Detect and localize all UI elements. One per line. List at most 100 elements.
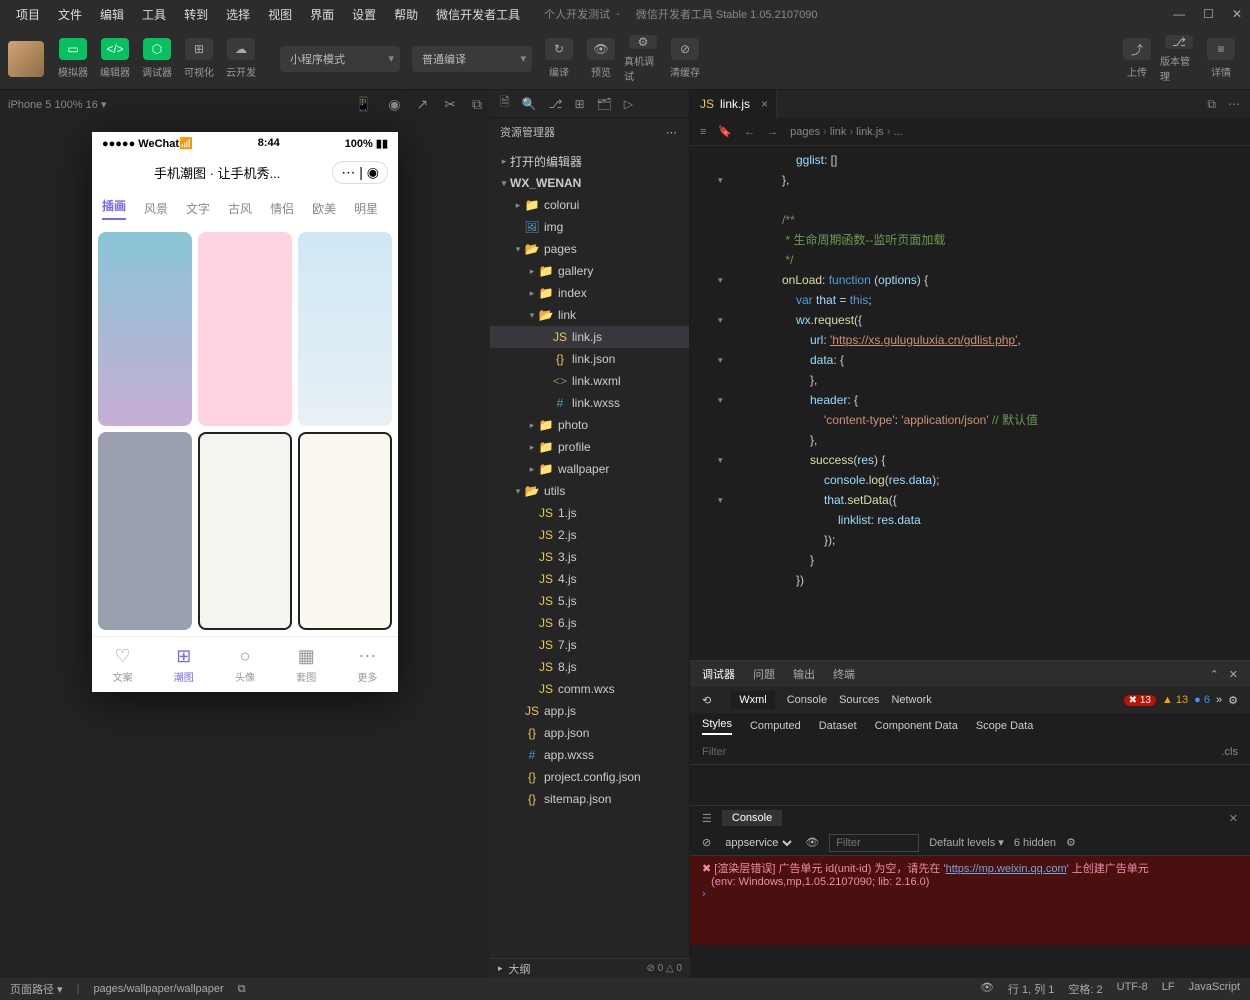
file-wallpaper[interactable]: ▸📁wallpaper [490,458,689,480]
clear-button[interactable]: ⊘清缓存 [666,38,704,80]
share-icon[interactable]: ↗ [417,96,429,113]
dbg-输出[interactable]: 输出 [793,666,815,682]
error-link[interactable]: https://mp.weixin.qq.com [946,863,1067,875]
menu-icon[interactable]: ☰ [702,812,712,825]
eye-icon[interactable]: 👁 [980,981,994,997]
file-link.wxml[interactable]: <>link.wxml [490,370,689,392]
tab-风景[interactable]: 风景 [144,200,168,217]
split-icon[interactable]: ⧉ [1207,97,1216,112]
wallpaper-card[interactable] [198,232,292,426]
visualize-button[interactable]: ⊞可视化 [180,38,218,80]
file-2.js[interactable]: JS2.js [490,524,689,546]
menu-帮助[interactable]: 帮助 [386,3,426,26]
tab-文字[interactable]: 文字 [186,200,210,217]
file-7.js[interactable]: JS7.js [490,634,689,656]
dbg-终端[interactable]: 终端 [833,666,855,682]
copy-icon[interactable]: ⧉ [472,96,482,113]
file-img[interactable]: 🖼img [490,216,689,238]
close-icon[interactable]: ✕ [1229,812,1238,825]
stop-icon[interactable]: ⊘ [702,836,711,849]
remote-button[interactable]: ⚙真机调试 [624,38,662,80]
more-icon[interactable]: ⋯ [666,126,679,139]
ext-icon[interactable]: 🗂 [597,97,612,111]
styles-Styles[interactable]: Styles [702,718,732,735]
nav-back-icon[interactable]: ← [744,126,755,138]
eye-icon[interactable]: 👁 [805,836,819,849]
device-icon[interactable]: 📱 [355,96,372,113]
wallpaper-card[interactable] [98,232,192,426]
styles-Dataset[interactable]: Dataset [819,720,857,732]
info-badge[interactable]: ● 6 [1194,694,1210,706]
file-app.wxss[interactable]: #app.wxss [490,744,689,766]
page-path-label[interactable]: 页面路径 ▾ [10,981,63,997]
maximize-icon[interactable]: ☐ [1203,7,1214,21]
levels-select[interactable]: Default levels ▾ [929,836,1004,849]
record-icon[interactable]: ◉ [388,96,400,113]
console-filter[interactable] [829,834,919,852]
tabbar-头像[interactable]: ○头像 [214,637,275,692]
capsule-menu[interactable]: ⋯ | ◉ [332,161,388,184]
file-comm.wxs[interactable]: JScomm.wxs [490,678,689,700]
compile-button[interactable]: ↻编译 [540,38,578,80]
files-icon[interactable]: 🗎 [500,93,510,114]
dbgsub-Console[interactable]: Console [787,694,827,706]
gear-icon[interactable]: ⚙ [1228,694,1238,707]
tabbar-文案[interactable]: ♡文案 [92,637,153,692]
minimize-icon[interactable]: — [1173,7,1185,21]
outline-icon[interactable]: ≡ [700,126,706,138]
more-icon[interactable]: ⋯ [1228,97,1240,112]
page-path[interactable]: pages/wallpaper/wallpaper [93,983,223,995]
console-tab[interactable]: Console [722,810,782,826]
warn-badge[interactable]: ▲ 13 [1162,694,1188,706]
debugger-button[interactable]: ⬡调试器 [138,38,176,80]
branch-icon[interactable]: ⎇ [549,97,563,111]
file-8.js[interactable]: JS8.js [490,656,689,678]
file-app.json[interactable]: {}app.json [490,722,689,744]
menu-微信开发者工具[interactable]: 微信开发者工具 [428,3,528,26]
file-6.js[interactable]: JS6.js [490,612,689,634]
file-4.js[interactable]: JS4.js [490,568,689,590]
menu-界面[interactable]: 界面 [302,3,342,26]
chevron-up-icon[interactable]: ⌃ [1210,668,1219,681]
menu-转到[interactable]: 转到 [176,3,216,26]
tabbar-套图[interactable]: ▦套图 [276,637,337,692]
encoding-label[interactable]: UTF-8 [1117,981,1148,997]
dbgsub-Network[interactable]: Network [891,694,931,706]
dbgsub-Wxml[interactable]: Wxml [731,691,775,709]
mode-dropdown[interactable]: 小程序模式 [280,46,400,72]
file-5.js[interactable]: JS5.js [490,590,689,612]
cls-toggle[interactable]: .cls [1222,746,1239,758]
file-link.js[interactable]: JSlink.js [490,326,689,348]
grid-icon[interactable]: ⊞ [574,97,584,111]
menu-文件[interactable]: 文件 [50,3,90,26]
dbg-问题[interactable]: 问题 [753,666,775,682]
details-button[interactable]: ≡详情 [1202,38,1240,80]
menu-工具[interactable]: 工具 [134,3,174,26]
styles-Component Data[interactable]: Component Data [875,720,958,732]
tab-插画[interactable]: 插画 [102,197,126,220]
wallpaper-card[interactable] [298,232,392,426]
avatar[interactable] [8,41,44,77]
lang-label[interactable]: JavaScript [1189,981,1240,997]
menu-视图[interactable]: 视图 [260,3,300,26]
file-utils[interactable]: ▾📂utils [490,480,689,502]
error-badge[interactable]: ✖ 13 [1124,695,1156,706]
file-1.js[interactable]: JS1.js [490,502,689,524]
compile-dropdown[interactable]: 普通编译 [412,46,532,72]
tabbar-更多[interactable]: ⋯更多 [337,637,398,692]
scope-select[interactable]: appservice [721,836,795,850]
gear-icon[interactable]: ⚙ [1066,836,1076,849]
file-pages[interactable]: ▾📂pages [490,238,689,260]
project-root[interactable]: ▾ WX_WENAN [490,172,689,194]
file-colorui[interactable]: ▸📁colorui [490,194,689,216]
styles-Computed[interactable]: Computed [750,720,801,732]
tab-情侣[interactable]: 情侣 [270,200,294,217]
copy-icon[interactable]: ⧉ [238,983,246,996]
styles-filter[interactable]: Filter [702,746,726,758]
menu-编辑[interactable]: 编辑 [92,3,132,26]
tabbar-潮图[interactable]: ⊞潮图 [153,637,214,692]
editor-button[interactable]: </>编辑器 [96,38,134,80]
close-icon[interactable]: ✕ [1232,7,1242,21]
open-editors[interactable]: ▸ 打开的编辑器 [490,150,689,172]
tab-明星[interactable]: 明星 [354,200,378,217]
